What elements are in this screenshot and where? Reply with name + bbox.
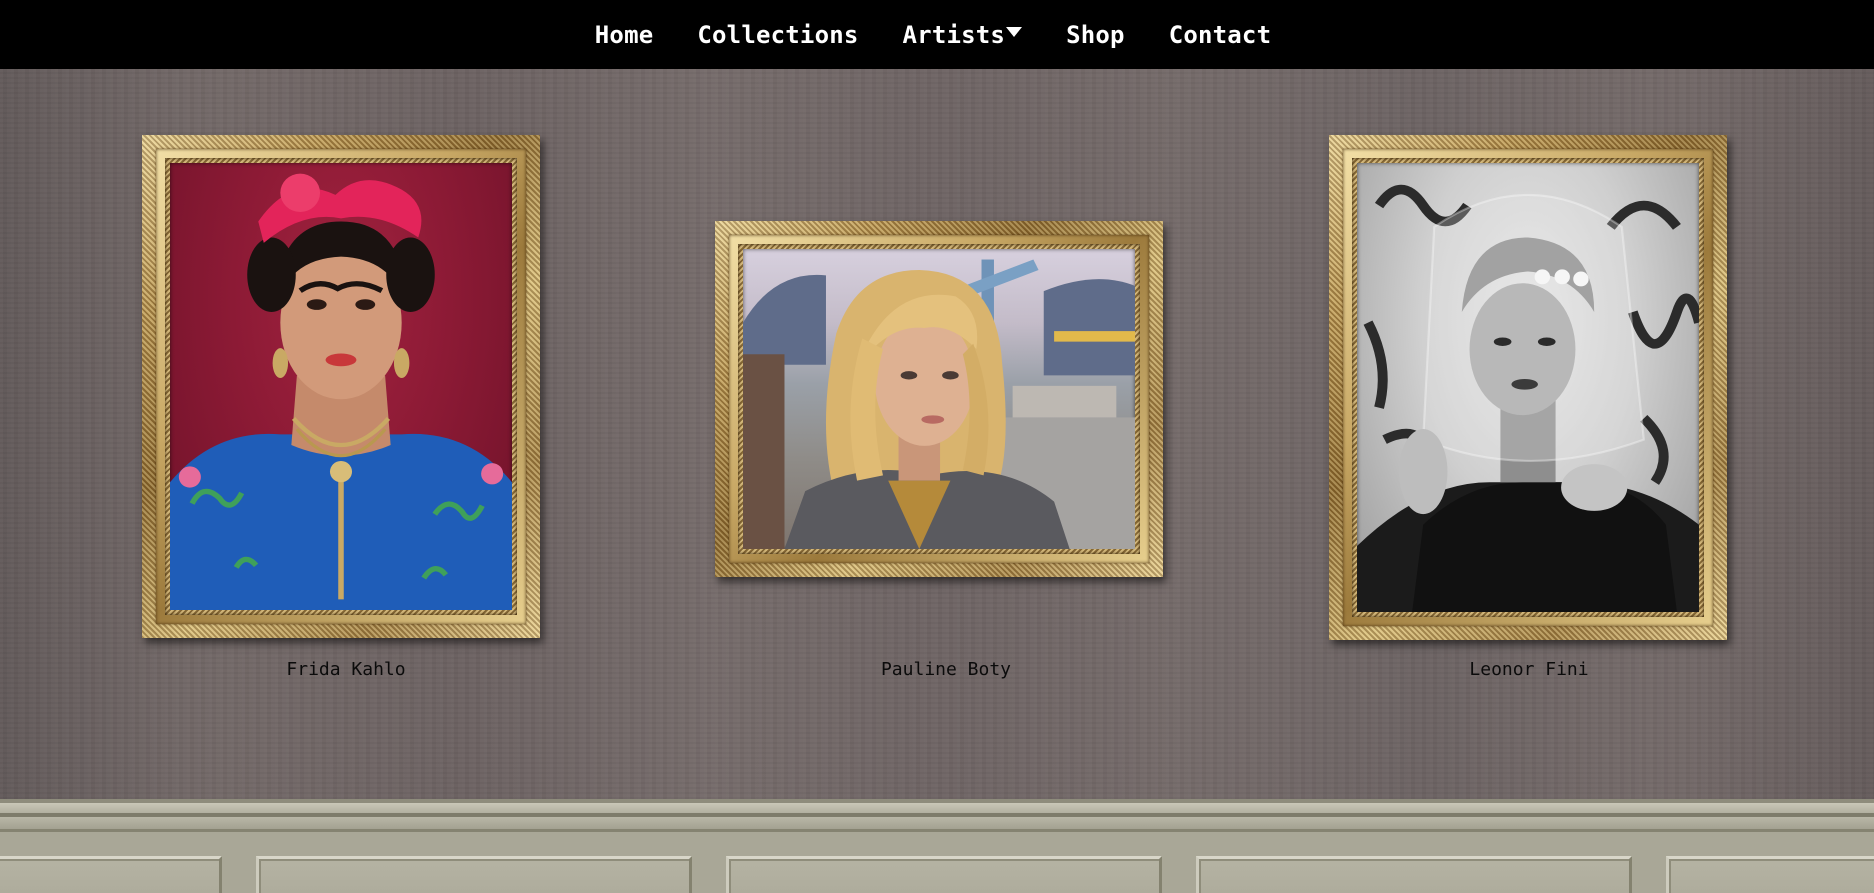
chair-rail-highlight bbox=[0, 803, 1874, 813]
frame-lip bbox=[165, 158, 517, 615]
nav-artists-dropdown[interactable]: Artists bbox=[903, 21, 1023, 49]
artwork-frame-leonor-fini[interactable] bbox=[1329, 135, 1727, 640]
portrait-frida-kahlo-image bbox=[170, 173, 512, 610]
chair-rail-bottom bbox=[0, 817, 1874, 829]
nav-collections-link[interactable]: Collections bbox=[697, 21, 858, 49]
nav-collections-label: Collections bbox=[697, 20, 859, 49]
portrait-leonor-fini-image bbox=[1357, 185, 1699, 612]
portrait-frida-kahlo bbox=[170, 163, 512, 610]
nav-contact-link[interactable]: Contact bbox=[1169, 21, 1272, 49]
frame-lip bbox=[738, 244, 1140, 554]
nav-home-link[interactable]: Home bbox=[595, 21, 654, 49]
artwork-frame-frida-kahlo[interactable] bbox=[142, 135, 540, 638]
frame-lip bbox=[1352, 158, 1704, 617]
artwork-frame-pauline-boty[interactable] bbox=[715, 221, 1163, 577]
top-navigation: Home Collections Artists Shop Contact bbox=[0, 0, 1874, 69]
nav-shop-label: Shop bbox=[1066, 20, 1125, 49]
nav-contact-label: Contact bbox=[1168, 20, 1272, 49]
wainscot-panel bbox=[1196, 856, 1632, 893]
nav-artists-label: Artists bbox=[902, 20, 1006, 49]
portrait-leonor-fini bbox=[1357, 163, 1699, 612]
caret-down-icon bbox=[1006, 26, 1023, 37]
frame-moulding bbox=[729, 235, 1149, 563]
nav-links: Home Collections Artists Shop Contact bbox=[595, 21, 1271, 49]
portrait-pauline-boty bbox=[743, 249, 1135, 549]
portrait-pauline-boty-image bbox=[743, 259, 1135, 549]
wainscot-panel bbox=[256, 856, 692, 893]
nav-home-label: Home bbox=[594, 20, 654, 49]
frame-moulding bbox=[1343, 149, 1713, 626]
artist-caption-pauline-boty: Pauline Boty bbox=[880, 659, 1012, 680]
nav-shop-link[interactable]: Shop bbox=[1066, 21, 1125, 49]
wainscot-panel bbox=[0, 856, 222, 893]
frame-moulding bbox=[156, 149, 526, 624]
artist-caption-leonor-fini: Leonor Fini bbox=[1469, 659, 1589, 680]
wainscot-panel bbox=[726, 856, 1162, 893]
wainscot-panel bbox=[1666, 856, 1874, 893]
artist-caption-frida-kahlo: Frida Kahlo bbox=[286, 659, 406, 680]
chair-rail-shadow bbox=[0, 829, 1874, 832]
